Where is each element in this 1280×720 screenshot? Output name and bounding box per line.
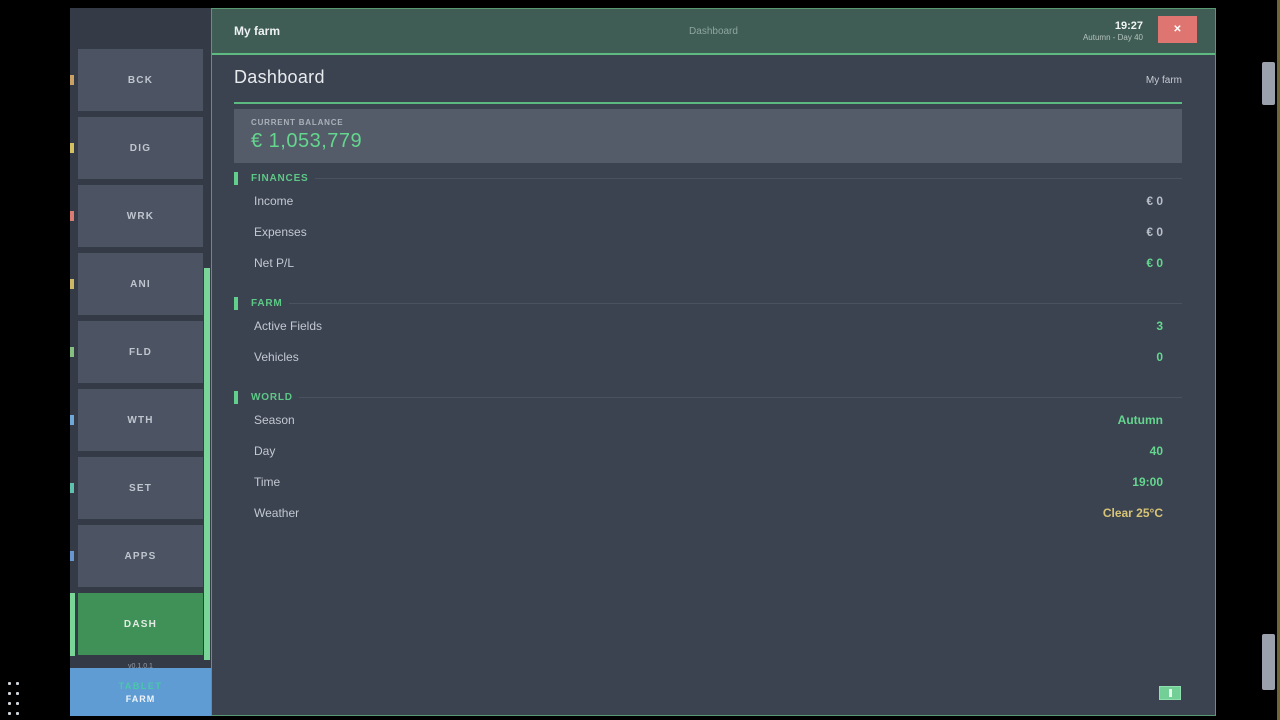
stat-sections: FINANCES Income € 0 Expenses € 0 Net P/L € 0 FA… <box>212 171 1215 528</box>
section-divider <box>289 303 1182 304</box>
sidebar-button-list: BCKDIGWRKANIFLDWTHSETAPPSDASH <box>70 49 211 655</box>
pause-bar-icon <box>1169 689 1172 697</box>
stat-row-income: Income € 0 <box>234 185 1182 216</box>
close-button[interactable]: ✕ <box>1158 16 1197 43</box>
sidebar-item-ani[interactable]: ANI <box>78 253 203 315</box>
screen: BCKDIGWRKANIFLDWTHSETAPPSDASH v0.1.0.1 T… <box>0 0 1280 720</box>
section-header: FARM <box>234 296 1182 310</box>
section-accent-bar <box>234 297 238 310</box>
balance-value: € 1,053,779 <box>251 130 1182 153</box>
section-title: WORLD <box>251 392 293 403</box>
section-title: FARM <box>251 298 283 309</box>
stat-row-day: Day 40 <box>234 435 1182 466</box>
stat-row-season: Season Autumn <box>234 404 1182 435</box>
stat-label: Day <box>254 444 275 458</box>
balance-card: CURRENT BALANCE € 1,053,779 <box>234 109 1182 163</box>
stat-value: 40 <box>1150 444 1163 458</box>
section-header: WORLD <box>234 390 1182 404</box>
sidebar-item-wth[interactable]: WTH <box>78 389 203 451</box>
header-page-label: Dashboard <box>212 26 1215 37</box>
sidebar-top-spacer <box>70 8 211 49</box>
sidebar-item-dig[interactable]: DIG <box>78 117 203 179</box>
stat-value: € 0 <box>1146 194 1163 208</box>
sidebar-item-wrk[interactable]: WRK <box>78 185 203 247</box>
stat-label: Net P/L <box>254 256 294 270</box>
stat-value: 3 <box>1156 319 1163 333</box>
section-divider <box>315 178 1182 179</box>
stat-label: Time <box>254 475 280 489</box>
clock-date: Autumn - Day 40 <box>1083 33 1143 42</box>
pause-indicator <box>1159 686 1181 700</box>
hud-fragment-icon <box>70 551 74 561</box>
stat-value: € 0 <box>1146 225 1163 239</box>
tablet-brand-label: TABLET <box>119 681 163 691</box>
stat-row-time: Time 19:00 <box>234 466 1182 497</box>
hud-fragment-icon <box>70 279 74 289</box>
clock-time: 19:27 <box>1083 20 1143 32</box>
dot <box>8 692 11 695</box>
hud-fragment-icon <box>70 483 74 493</box>
sidebar-item-fld[interactable]: FLD <box>78 321 203 383</box>
section-farm: FARM Active Fields 3 Vehicles 0 <box>234 296 1182 372</box>
stat-label: Income <box>254 194 293 208</box>
section-world: WORLD Season Autumn Day 40 Time 19:00 Weather Cl… <box>234 390 1182 528</box>
dot <box>16 702 19 705</box>
sidebar: BCKDIGWRKANIFLDWTHSETAPPSDASH v0.1.0.1 T… <box>70 8 211 716</box>
hud-fragment-icon <box>70 143 74 153</box>
section-finances: FINANCES Income € 0 Expenses € 0 Net P/L € 0 <box>234 171 1182 278</box>
sidebar-footer: TABLET FARM <box>70 668 211 716</box>
stat-value: Clear 25°C <box>1103 506 1163 520</box>
stat-value: 0 <box>1156 350 1163 364</box>
stat-value: € 0 <box>1146 256 1163 270</box>
sidebar-item-set[interactable]: SET <box>78 457 203 519</box>
section-accent-bar <box>234 172 238 185</box>
dot <box>16 712 19 715</box>
scroll-thumb-top[interactable] <box>1262 62 1275 105</box>
dot <box>8 712 11 715</box>
stat-row-vehicles: Vehicles 0 <box>234 341 1182 372</box>
tablet-window: My farm Dashboard 19:27 Autumn - Day 40 … <box>211 8 1216 716</box>
page-title: Dashboard <box>234 67 325 88</box>
stat-row-net-p-l: Net P/L € 0 <box>234 247 1182 278</box>
stat-row-weather: Weather Clear 25°C <box>234 497 1182 528</box>
hud-fragment-icon <box>70 75 74 85</box>
balance-label: CURRENT BALANCE <box>251 118 1182 127</box>
stat-label: Active Fields <box>254 319 322 333</box>
clock-block: 19:27 Autumn - Day 40 <box>1083 20 1143 42</box>
window-header: My farm Dashboard 19:27 Autumn - Day 40 … <box>212 9 1215 55</box>
section-title: FINANCES <box>251 173 309 184</box>
dot <box>16 692 19 695</box>
section-header: FINANCES <box>234 171 1182 185</box>
stat-label: Expenses <box>254 225 307 239</box>
stat-value: Autumn <box>1118 413 1163 427</box>
sidebar-item-bck[interactable]: BCK <box>78 49 203 111</box>
hud-fragment-icon <box>70 211 74 221</box>
window-title: My farm <box>234 24 280 38</box>
farm-brand-label: FARM <box>126 694 156 704</box>
sidebar-scrollbar[interactable] <box>204 268 210 660</box>
stat-label: Vehicles <box>254 350 299 364</box>
active-item-indicator <box>70 593 75 656</box>
dot <box>8 682 11 685</box>
dot <box>16 682 19 685</box>
title-divider <box>234 102 1182 104</box>
hud-fragment-icon <box>70 415 74 425</box>
section-accent-bar <box>234 391 238 404</box>
sidebar-item-dash[interactable]: DASH <box>78 593 203 655</box>
hud-fragment-icon <box>70 347 74 357</box>
section-divider <box>299 397 1182 398</box>
stat-row-active-fields: Active Fields 3 <box>234 310 1182 341</box>
stat-label: Weather <box>254 506 299 520</box>
farm-name-label: My farm <box>1146 75 1182 88</box>
stat-row-expenses: Expenses € 0 <box>234 216 1182 247</box>
stat-value: 19:00 <box>1132 475 1163 489</box>
dot <box>8 702 11 705</box>
scroll-thumb-bottom[interactable] <box>1262 634 1275 690</box>
dashboard-body: Dashboard My farm CURRENT BALANCE € 1,05… <box>212 55 1215 715</box>
sidebar-item-apps[interactable]: APPS <box>78 525 203 587</box>
stat-label: Season <box>254 413 295 427</box>
page-head: Dashboard My farm <box>212 55 1215 88</box>
